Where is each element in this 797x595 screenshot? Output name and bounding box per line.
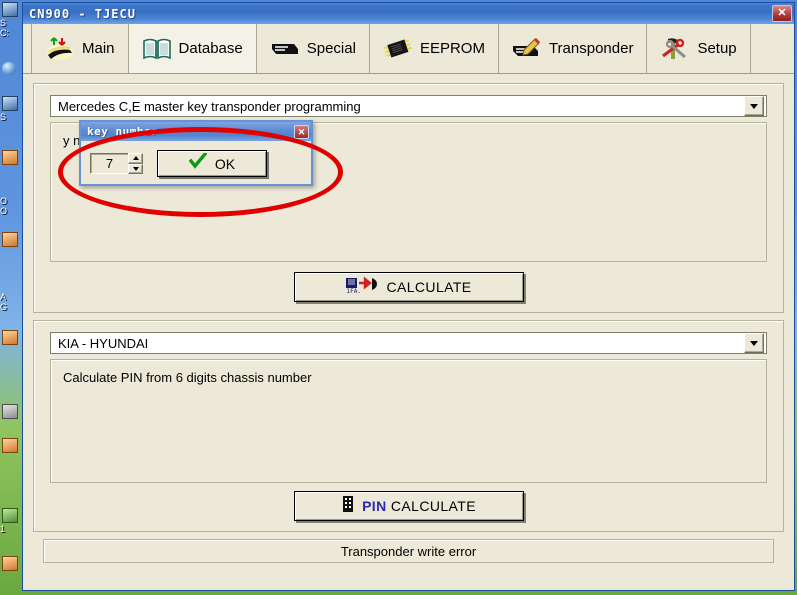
tab-main[interactable]: Main xyxy=(31,24,129,73)
chevron-down-icon[interactable] xyxy=(744,96,764,116)
desktop-icon[interactable] xyxy=(0,150,22,166)
pin-calculate-button-label: PIN CALCULATE xyxy=(362,498,476,514)
calculate-button[interactable]: 1FA. CALCULATE xyxy=(293,272,524,302)
card-icon xyxy=(270,36,300,62)
desktop-icon[interactable]: S xyxy=(0,2,22,28)
content-area: Mercedes C,E master key transponder prog… xyxy=(23,74,794,592)
calculate-word-label: CALCULATE xyxy=(386,498,476,514)
status-bar: Transponder write error xyxy=(43,539,774,563)
svg-text:1FA.: 1FA. xyxy=(347,288,361,294)
stepper-up-icon[interactable] xyxy=(128,153,143,164)
combo-value: Mercedes C,E master key transponder prog… xyxy=(58,98,361,114)
hammer-wrench-icon xyxy=(660,36,690,62)
pin-accent-label: PIN xyxy=(362,498,387,514)
desktop-icon[interactable] xyxy=(0,62,22,76)
tab-label: Transponder xyxy=(548,40,634,57)
desktop-icon-glyph xyxy=(2,2,18,17)
chip-arrow-key-icon: 1FA. xyxy=(345,276,379,299)
combo-value: KIA - HYUNDAI xyxy=(58,335,149,351)
key-number-dialog-title-bar: key number ✕ xyxy=(81,122,311,141)
desktop-icon[interactable] xyxy=(0,556,22,572)
tab-database[interactable]: Database xyxy=(128,24,257,73)
desktop-icon-glyph xyxy=(2,62,16,75)
key-number-stepper[interactable]: 7 xyxy=(90,153,143,174)
desktop-icon[interactable] xyxy=(0,330,22,346)
pin-pad-icon xyxy=(341,495,355,518)
desktop-icon-glyph xyxy=(2,96,18,111)
desktop-background: S C: S OO AG 1 xyxy=(0,0,22,595)
application-window: CN900 - TJECU ✕ Main Database Special EE… xyxy=(22,2,795,591)
tab-label: Database xyxy=(178,40,243,57)
tab-label: Special xyxy=(306,40,356,57)
window-title: CN900 - TJECU xyxy=(29,6,136,21)
title-bar: CN900 - TJECU ✕ xyxy=(23,3,794,24)
tab-strip: Main Database Special EEPROM Transponder… xyxy=(23,24,794,74)
ok-button[interactable]: OK xyxy=(157,150,267,177)
desktop-icon-glyph xyxy=(2,404,18,419)
open-book-icon xyxy=(142,36,172,62)
ok-button-label: OK xyxy=(214,155,236,172)
mercedes-panel: Mercedes C,E master key transponder prog… xyxy=(33,83,784,313)
chevron-down-icon[interactable] xyxy=(744,333,764,353)
key-number-stepper-buttons xyxy=(128,153,143,174)
status-message: Transponder write error xyxy=(340,543,477,559)
tab-label: EEPROM xyxy=(419,40,485,57)
key-number-dialog-title: key number xyxy=(87,125,159,138)
desktop-icon[interactable]: AG xyxy=(0,292,22,312)
tab-special[interactable]: Special xyxy=(256,24,370,73)
green-check-icon xyxy=(188,151,208,174)
tab-label: Setup xyxy=(697,40,737,57)
tab-setup[interactable]: Setup xyxy=(647,24,751,73)
calculate-button-label: CALCULATE xyxy=(386,279,472,295)
chip-icon xyxy=(383,36,413,62)
desktop-icon-glyph xyxy=(2,150,18,165)
kia-description-text: Calculate PIN from 6 digits chassis numb… xyxy=(63,370,312,385)
desktop-icon[interactable]: S xyxy=(0,96,22,122)
desktop-icon[interactable] xyxy=(0,404,22,420)
desktop-icon-glyph xyxy=(2,232,18,247)
tab-label: Main xyxy=(82,40,115,57)
desktop-icon[interactable]: 1 xyxy=(0,508,22,534)
pin-calculate-button[interactable]: PIN CALCULATE xyxy=(293,491,524,521)
desktop-icon[interactable]: OO xyxy=(0,196,22,216)
tab-transponder[interactable]: Transponder xyxy=(498,24,648,73)
vehicle-function-combo[interactable]: Mercedes C,E master key transponder prog… xyxy=(50,95,767,117)
pin-vehicle-combo[interactable]: KIA - HYUNDAI xyxy=(50,332,767,354)
key-number-dialog-body: 7 OK xyxy=(81,141,311,186)
desktop-icon-glyph xyxy=(2,330,18,345)
desktop-icon[interactable] xyxy=(0,438,22,454)
desktop-icon-glyph xyxy=(2,438,18,453)
key-number-dialog: key number ✕ 7 OK xyxy=(79,120,313,186)
desktop-icon[interactable]: C: xyxy=(0,28,22,38)
key-updown-icon xyxy=(45,36,75,62)
card-pencil-icon xyxy=(512,36,542,62)
desktop-icon[interactable] xyxy=(0,232,22,248)
close-icon[interactable]: ✕ xyxy=(294,124,309,139)
key-number-value[interactable]: 7 xyxy=(90,153,128,174)
kia-hyundai-panel: KIA - HYUNDAI Calculate PIN from 6 digit… xyxy=(33,320,784,532)
desktop-icon-glyph xyxy=(2,556,18,571)
stepper-down-icon[interactable] xyxy=(128,163,143,174)
kia-description-box: Calculate PIN from 6 digits chassis numb… xyxy=(50,359,767,483)
tab-eeprom[interactable]: EEPROM xyxy=(369,24,499,73)
close-icon[interactable]: ✕ xyxy=(772,5,792,22)
desktop-icon-glyph xyxy=(2,508,18,523)
